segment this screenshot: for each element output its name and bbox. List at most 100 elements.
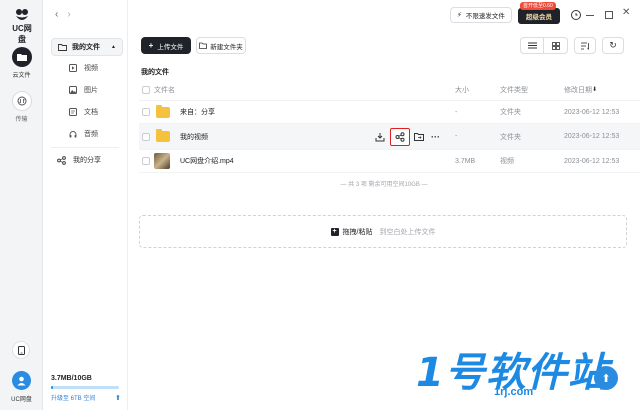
sort-icon[interactable]: [574, 37, 596, 54]
upgrade-label: 升级至 6TB 空间: [51, 396, 96, 402]
rail-item-cloud[interactable]: 云文件: [8, 47, 35, 79]
sidebar-item-label: 视频: [84, 65, 98, 72]
floating-upload-icon[interactable]: ⬆: [594, 366, 618, 390]
file-type: 文件夹: [500, 133, 521, 141]
image-icon: [69, 86, 77, 94]
rail-item-label: 传输: [15, 117, 28, 123]
video-icon: [69, 64, 77, 72]
table-row[interactable]: UC网盘介绍.mp4 3.7MB 视频 2023-06-12 12:53: [139, 150, 640, 173]
file-name[interactable]: 来自：分享: [180, 107, 215, 117]
plus-square-icon: +: [330, 227, 339, 236]
move-folder-icon[interactable]: [413, 131, 425, 143]
upload-arrow-icon: ⬆: [115, 394, 121, 402]
sidebar-item-my-share[interactable]: 我的分享: [57, 153, 101, 167]
storage-bar-fill: [51, 386, 53, 389]
new-folder-button[interactable]: 新建文件夹: [196, 37, 246, 54]
app-logo: UC网盘: [9, 8, 35, 45]
unlimited-send-label: 不限速发文件: [465, 13, 505, 20]
vip-promo-badge: 首开低至0.60: [520, 2, 556, 10]
folder-icon: [156, 129, 170, 142]
dropzone-title: 拖拽/粘贴: [342, 228, 373, 236]
vip-label: 超级会员: [526, 14, 552, 21]
view-toggle: [520, 37, 568, 54]
select-all-checkbox[interactable]: [142, 85, 150, 94]
col-header-name: 文件名: [154, 86, 175, 94]
upload-label: 上传文件: [157, 43, 184, 51]
dropzone-hint: 到空白处上传文件: [379, 228, 436, 236]
folder-icon: [156, 104, 170, 118]
sort-desc-icon[interactable]: ⬇: [592, 86, 597, 93]
share-icon[interactable]: [390, 127, 410, 146]
new-folder-icon: [199, 42, 208, 49]
back-arrow-icon[interactable]: ‹: [55, 9, 58, 20]
row-checkbox[interactable]: [142, 157, 150, 165]
table-row[interactable]: 我的视频 ··· - 文件夹 2023-06-12 12:53: [139, 124, 640, 150]
sidebar-item-my-files[interactable]: 我的文件 ▲: [51, 38, 123, 56]
sidebar-item-label: 我的文件: [72, 44, 100, 51]
folder-outline-icon: [58, 44, 67, 51]
upload-dropzone[interactable]: + 拖拽/粘贴 到空白处上传文件: [139, 215, 627, 248]
avatar-caption: UC网盘: [11, 397, 32, 403]
storage-text: 3.7MB/10GB: [51, 375, 92, 382]
transfer-icon: [11, 91, 32, 111]
minimize-icon[interactable]: [586, 15, 594, 16]
left-rail: UC网盘 云文件 传输 UC网盘: [0, 0, 43, 410]
new-folder-label: 新建文件夹: [210, 43, 243, 51]
bolt-icon: ⚡: [457, 12, 462, 19]
app-logo-text: UC网盘: [12, 24, 32, 44]
vip-button[interactable]: 超级会员: [518, 8, 560, 24]
sidebar-divider: [51, 147, 119, 148]
phone-icon[interactable]: [12, 341, 30, 359]
row-checkbox[interactable]: [142, 132, 150, 141]
list-summary: — 共 3 项 剩余可用空间10GB —: [340, 182, 428, 188]
headphones-icon: [69, 131, 77, 138]
upload-button[interactable]: + 上传文件: [141, 37, 191, 54]
uc-logo-icon: [16, 9, 28, 20]
sidebar-nav-arrows: ‹ ›: [55, 9, 71, 20]
refresh-icon[interactable]: ↻: [602, 37, 624, 54]
cloud-folder-icon: [11, 47, 32, 67]
sidebar-item-video[interactable]: 视频: [69, 61, 98, 75]
file-size: 3.7MB: [455, 157, 476, 165]
grid-view-icon[interactable]: [544, 38, 567, 53]
row-checkbox[interactable]: [142, 108, 150, 116]
file-type: 文件夹: [500, 109, 521, 116]
file-modified: 2023-06-12 12:53: [564, 157, 620, 165]
clock-icon[interactable]: [571, 10, 581, 20]
document-icon: [69, 108, 77, 116]
main-panel: ⚡ 不限速发文件 超级会员 首开低至0.60 ✕ + 上传文件 新建文件夹 ↻ …: [128, 0, 640, 410]
rail-item-transfer[interactable]: 传输: [8, 91, 35, 123]
sidebar-item-label: 文档: [84, 109, 98, 116]
file-size: -: [455, 108, 458, 116]
sidebar: ‹ › 我的文件 ▲ 视频 图片 文档 音频 我的分享 3.7MB/10GB 升…: [43, 0, 128, 410]
caret-up-icon: ▲: [111, 44, 116, 50]
sidebar-item-audio[interactable]: 音频: [69, 127, 98, 141]
unlimited-send-button[interactable]: ⚡ 不限速发文件: [450, 7, 512, 23]
sidebar-item-label: 图片: [84, 87, 98, 94]
storage-bar-track: [51, 386, 119, 389]
file-name[interactable]: 我的视频: [180, 132, 208, 142]
sidebar-item-label: 我的分享: [73, 157, 101, 164]
table-row[interactable]: 来自：分享 - 文件夹 2023-06-12 12:53: [139, 101, 640, 124]
forward-arrow-icon[interactable]: ›: [67, 9, 70, 20]
more-icon[interactable]: ···: [431, 132, 440, 142]
file-name[interactable]: UC网盘介绍.mp4: [180, 156, 234, 166]
video-thumbnail-icon: [154, 153, 170, 169]
avatar[interactable]: [12, 371, 31, 390]
list-view-icon[interactable]: [521, 38, 545, 53]
table-header: 文件名 大小 文件类型 修改日期 ⬇: [139, 79, 640, 101]
sidebar-item-document[interactable]: 文档: [69, 105, 98, 119]
upgrade-link[interactable]: 升级至 6TB 空间 ⬆: [51, 393, 121, 403]
file-modified: 2023-06-12 12:53: [564, 133, 620, 140]
maximize-icon[interactable]: [605, 11, 613, 19]
file-type: 视频: [500, 158, 514, 165]
col-header-type: 文件类型: [500, 86, 528, 94]
watermark-sub: 1rj.com: [494, 386, 534, 398]
col-header-size: 大小: [455, 86, 469, 94]
rail-item-label: 云文件: [12, 73, 31, 79]
breadcrumb: 我的文件: [141, 69, 169, 76]
share-icon: [57, 155, 66, 165]
sidebar-item-image[interactable]: 图片: [69, 83, 98, 97]
close-icon[interactable]: ✕: [622, 7, 630, 18]
download-icon[interactable]: [374, 131, 386, 143]
